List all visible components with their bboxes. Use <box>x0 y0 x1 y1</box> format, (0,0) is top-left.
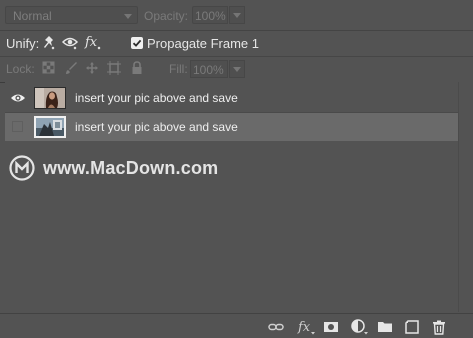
eye-icon <box>11 94 25 102</box>
layer-thumbnail <box>34 87 66 109</box>
layer-row[interactable]: insert your pic above and save <box>5 84 458 113</box>
lock-position-icon[interactable] <box>85 61 99 75</box>
lock-label: Lock: <box>6 62 35 76</box>
fx-icon[interactable]: fx <box>297 319 317 335</box>
visibility-toggle[interactable] <box>5 84 31 112</box>
opacity-dropdown-button[interactable] <box>229 6 245 24</box>
unify-visibility-icon[interactable] <box>61 34 80 52</box>
fill-label: Fill: <box>169 62 188 76</box>
propagate-label: Propagate Frame 1 <box>147 36 260 51</box>
layers-list: insert your pic above and save insert yo… <box>5 82 458 312</box>
visibility-off-box <box>12 121 23 132</box>
unify-row: Unify: fx Propagate Frame 1 <box>0 30 473 57</box>
lock-transparent-pixels-icon[interactable] <box>42 61 56 75</box>
unify-style-icon[interactable]: fx <box>84 34 104 52</box>
watermark-text: www.MacDown.com <box>43 158 219 178</box>
svg-text:fx: fx <box>84 35 98 50</box>
lock-all-icon[interactable] <box>130 61 144 75</box>
adjustment-layer-icon[interactable] <box>350 319 370 335</box>
chevron-down-icon <box>124 14 132 19</box>
blend-opacity-row: Normal Opacity: 100% <box>0 0 473 31</box>
opacity-label: Opacity: <box>144 9 189 23</box>
macdown-logo-icon <box>9 155 35 181</box>
unify-label: Unify: <box>6 36 40 51</box>
layers-panel: Normal Opacity: 100% Unify: fx Propagate… <box>0 0 473 338</box>
add-mask-icon[interactable] <box>323 319 339 335</box>
lock-image-pixels-icon[interactable] <box>64 61 78 75</box>
propagate-checkbox[interactable] <box>131 37 143 49</box>
fill-field[interactable]: 100% <box>190 60 228 78</box>
unify-position-icon[interactable] <box>40 34 58 52</box>
layer-thumbnail <box>34 116 66 138</box>
delete-layer-icon[interactable] <box>431 319 447 335</box>
fill-value: 100% <box>193 63 224 77</box>
opacity-field[interactable]: 100% <box>192 6 228 24</box>
new-layer-icon[interactable] <box>404 319 420 335</box>
layer-name[interactable]: insert your pic above and save <box>75 91 238 105</box>
chevron-down-icon <box>233 67 241 72</box>
checkmark-icon <box>132 39 142 47</box>
lock-row: Lock: Fill: 100% <box>0 57 473 83</box>
blend-mode-value: Normal <box>13 9 52 23</box>
layer-row-selected[interactable]: insert your pic above and save <box>5 113 458 141</box>
blend-mode-select[interactable]: Normal <box>5 6 138 24</box>
opacity-value: 100% <box>195 9 226 23</box>
visibility-toggle[interactable] <box>5 113 31 141</box>
chevron-down-icon <box>233 13 241 18</box>
new-group-icon[interactable] <box>377 319 393 335</box>
scrollbar[interactable] <box>458 82 473 312</box>
svg-text:fx: fx <box>297 320 311 335</box>
bottom-toolbar: fx <box>0 313 473 338</box>
link-layers-icon[interactable] <box>268 319 284 335</box>
layer-name[interactable]: insert your pic above and save <box>75 120 238 134</box>
fill-dropdown-button[interactable] <box>229 60 245 78</box>
lock-artboard-icon[interactable] <box>107 61 121 75</box>
